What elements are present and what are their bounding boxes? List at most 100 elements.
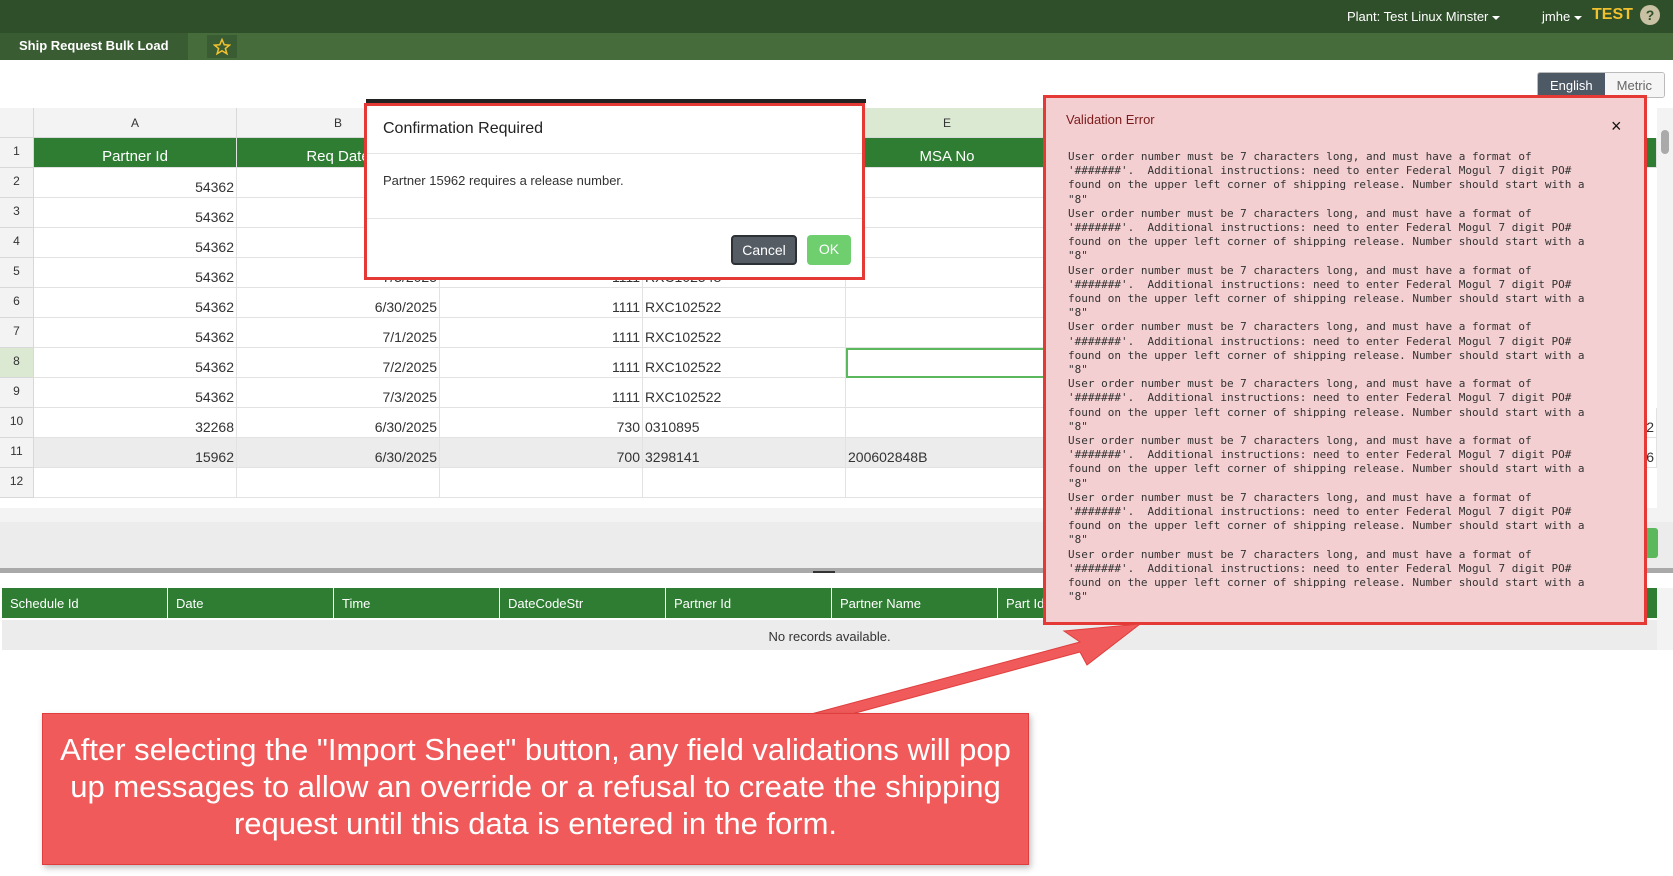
header-cell-e[interactable]: MSA No	[846, 138, 1049, 168]
cell-e5[interactable]	[846, 258, 1049, 288]
row-header-8[interactable]: 8	[0, 348, 34, 378]
english-button[interactable]: English	[1538, 73, 1605, 97]
cell-e11[interactable]: 200602848B	[846, 438, 1049, 468]
chevron-down-icon	[1574, 15, 1583, 20]
tab-ship-request-bulk-load[interactable]: Ship Request Bulk Load	[0, 33, 188, 60]
dialog-footer: Cancel OK	[367, 218, 862, 278]
cell-d7[interactable]: RXC102522	[643, 318, 846, 348]
cell-b10[interactable]: 6/30/2025	[237, 408, 440, 438]
validation-message: User order number must be 7 characters l…	[1068, 150, 1585, 206]
sheet-vertical-scrollbar[interactable]	[1657, 108, 1673, 508]
cell-a8[interactable]: 54362	[34, 348, 237, 378]
cell-c7[interactable]: 1111	[440, 318, 643, 348]
cell-c12[interactable]	[440, 468, 643, 498]
grid-column-partner-name[interactable]: Partner Name	[832, 588, 998, 618]
cell-b6[interactable]: 6/30/2025	[237, 288, 440, 318]
grid-column-partner-id[interactable]: Partner Id	[666, 588, 832, 618]
cell-e10[interactable]	[846, 408, 1049, 438]
cell-b9[interactable]: 7/3/2025	[237, 378, 440, 408]
ok-button[interactable]: OK	[807, 235, 851, 265]
sheet-corner	[0, 108, 34, 138]
cell-b7[interactable]: 7/1/2025	[237, 318, 440, 348]
cell-e12[interactable]	[846, 468, 1049, 498]
cancel-button[interactable]: Cancel	[731, 235, 797, 265]
cell-a3[interactable]: 54362	[34, 198, 237, 228]
cell-c10[interactable]: 730	[440, 408, 643, 438]
cell-e6[interactable]	[846, 288, 1049, 318]
row-header-7[interactable]: 7	[0, 318, 34, 348]
metric-button[interactable]: Metric	[1604, 73, 1665, 97]
dialog-title: Confirmation Required	[367, 106, 862, 154]
cell-d10[interactable]: 0310895	[643, 408, 846, 438]
cell-b8[interactable]: 7/2/2025	[237, 348, 440, 378]
row-header-2[interactable]: 2	[0, 168, 34, 198]
plant-label: Plant: Test Linux Minster	[1347, 9, 1489, 24]
cell-e7[interactable]	[846, 318, 1049, 348]
environment-badge: TEST	[1592, 6, 1633, 23]
favorite-button[interactable]	[207, 35, 237, 58]
row-header-12[interactable]: 12	[0, 468, 34, 498]
top-bar: Plant: Test Linux Minster jmhe TEST ?	[0, 0, 1673, 33]
grid-column-date[interactable]: Date	[168, 588, 334, 618]
plant-selector[interactable]: Plant: Test Linux Minster	[1347, 9, 1501, 24]
cell-e9[interactable]	[846, 378, 1049, 408]
row-header-11[interactable]: 11	[0, 438, 34, 468]
cell-d9[interactable]: RXC102522	[643, 378, 846, 408]
cell-d8[interactable]: RXC102522	[643, 348, 846, 378]
validation-messages: User order number must be 7 characters l…	[1068, 150, 1628, 605]
cell-a2[interactable]: 54362	[34, 168, 237, 198]
row-header-10[interactable]: 10	[0, 408, 34, 438]
cell-a4[interactable]: 54362	[34, 228, 237, 258]
cell-c11[interactable]: 700	[440, 438, 643, 468]
column-header-e[interactable]: E	[846, 108, 1049, 138]
header-cell-a[interactable]: Partner Id	[34, 138, 237, 168]
row-header-5[interactable]: 5	[0, 258, 34, 288]
user-name: jmhe	[1542, 9, 1571, 24]
cell-d12[interactable]	[643, 468, 846, 498]
cell-a7[interactable]: 54362	[34, 318, 237, 348]
cell-b12[interactable]	[237, 468, 440, 498]
grid-vertical-scrollbar[interactable]	[1657, 588, 1673, 650]
cell-a10[interactable]: 32268	[34, 408, 237, 438]
close-icon[interactable]: ×	[1611, 116, 1622, 137]
validation-message: User order number must be 7 characters l…	[1068, 206, 1585, 263]
validation-message: User order number must be 7 characters l…	[1068, 434, 1585, 490]
row-header-1[interactable]: 1	[0, 138, 34, 168]
annotation-callout: After selecting the "Import Sheet" butto…	[42, 713, 1029, 865]
cell-b11[interactable]: 6/30/2025	[237, 438, 440, 468]
row-header-4[interactable]: 4	[0, 228, 34, 258]
cell-e8[interactable]	[846, 348, 1049, 378]
confirmation-dialog: Confirmation Required Partner 15962 requ…	[364, 103, 865, 280]
user-menu[interactable]: jmhe	[1542, 9, 1583, 24]
cell-c6[interactable]: 1111	[440, 288, 643, 318]
cell-e2[interactable]	[846, 168, 1049, 198]
splitter-grip-icon[interactable]	[813, 571, 835, 573]
validation-message: User order number must be 7 characters l…	[1068, 377, 1585, 433]
scroll-thumb[interactable]	[1661, 130, 1669, 154]
cell-c9[interactable]: 1111	[440, 378, 643, 408]
row-header-6[interactable]: 6	[0, 288, 34, 318]
grid-column-time[interactable]: Time	[334, 588, 500, 618]
chevron-down-icon	[1492, 15, 1501, 20]
grid-column-schedule-id[interactable]: Schedule Id	[2, 588, 168, 618]
validation-message: User order number must be 7 characters l…	[1068, 490, 1585, 547]
help-icon[interactable]: ?	[1640, 5, 1660, 25]
column-header-a[interactable]: A	[34, 108, 237, 138]
cell-a9[interactable]: 54362	[34, 378, 237, 408]
row-header-3[interactable]: 3	[0, 198, 34, 228]
cell-c8[interactable]: 1111	[440, 348, 643, 378]
cell-e3[interactable]	[846, 198, 1049, 228]
callout-text: After selecting the "Import Sheet" butto…	[60, 732, 1011, 841]
dialog-message: Partner 15962 requires a release number.	[383, 173, 624, 188]
grid-column-datecodestr[interactable]: DateCodeStr	[500, 588, 666, 618]
cell-a12[interactable]	[34, 468, 237, 498]
cell-d6[interactable]: RXC102522	[643, 288, 846, 318]
validation-message: User order number must be 7 characters l…	[1068, 320, 1585, 377]
cell-a6[interactable]: 54362	[34, 288, 237, 318]
validation-message: User order number must be 7 characters l…	[1068, 547, 1585, 604]
cell-a5[interactable]: 54362	[34, 258, 237, 288]
row-header-9[interactable]: 9	[0, 378, 34, 408]
cell-a11[interactable]: 15962	[34, 438, 237, 468]
cell-e4[interactable]	[846, 228, 1049, 258]
cell-d11[interactable]: 3298141	[643, 438, 846, 468]
